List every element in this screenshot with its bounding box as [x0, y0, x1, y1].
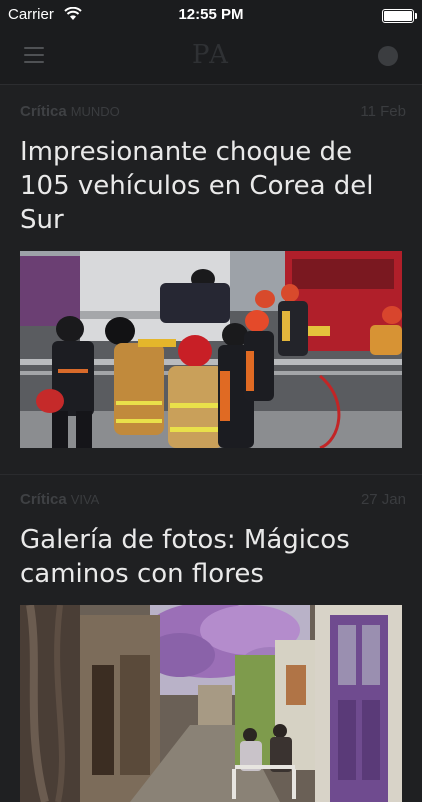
flower-alley-photo[interactable] [20, 605, 402, 802]
battery-icon [382, 9, 417, 23]
top-navigation-bar: PA [0, 30, 422, 85]
article-section: Crítica [20, 491, 67, 508]
article-subsection: VIVA [70, 492, 100, 507]
article-subsection: MUNDO [70, 104, 120, 119]
app-logo[interactable]: PA [0, 40, 422, 70]
article-date: 27 Jan [360, 491, 406, 508]
firefighters-rescue-photo[interactable] [20, 251, 402, 448]
article-headline[interactable]: Impresionante choque de 105 vehículos en… [20, 135, 402, 237]
profile-circle-icon[interactable] [378, 46, 398, 66]
article-date: 11 Feb [360, 103, 406, 120]
article-meta: Crítica VIVA 27 Jan [20, 491, 406, 513]
article-headline[interactable]: Galería de fotos: Mágicos caminos con fl… [20, 523, 402, 591]
article-feed: Crítica MUNDO 11 Feb Impresionante choque… [0, 85, 422, 802]
status-bar: Carrier 12:55 PM [0, 0, 422, 30]
article-meta: Crítica MUNDO 11 Feb [20, 103, 406, 125]
clock: 12:55 PM [178, 6, 244, 23]
article-card[interactable]: Crítica MUNDO 11 Feb Impresionante choque… [0, 85, 422, 448]
article-section: Crítica [20, 103, 67, 120]
article-card[interactable]: Crítica VIVA 27 Jan Galería de fotos: Mág… [0, 474, 422, 802]
